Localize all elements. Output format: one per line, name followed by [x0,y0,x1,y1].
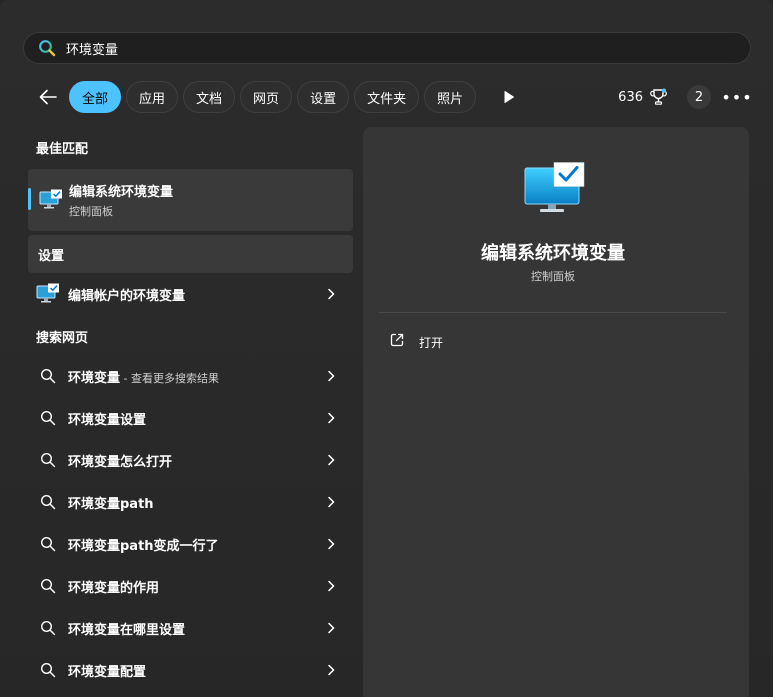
back-button[interactable] [36,85,60,109]
list-item-label: 环境变量怎么打开 [68,454,173,470]
start-search-panel: 全部 应用 文档 网页 设置 文件夹 照片 636 2 ••• 最佳匹配 [0,0,773,697]
web-result-row[interactable]: 环境变量path变成一行了 [28,524,353,564]
web-result-hint: - 查看更多搜索结果 [120,371,219,385]
web-result-row[interactable]: 环境变量在哪里设置 [28,608,353,648]
chevron-right-icon [321,664,341,676]
list-item-label: 环境变量path变成一行了 [68,538,219,554]
search-icon [28,536,68,552]
filter-settings[interactable]: 设置 [297,81,350,113]
list-item-label: 环境变量配置 [68,664,147,680]
filter-documents[interactable]: 文档 [183,81,236,113]
list-item-label: 环境变量 - 查看更多搜索结果 [68,367,321,386]
chevron-right-icon [321,454,341,466]
chevron-right-icon [321,580,341,592]
best-match-title: 编辑系统环境变量 [69,185,174,200]
search-icon [28,662,68,678]
list-item-label: 环境变量设置 [68,412,147,428]
chevron-right-icon [321,412,341,424]
list-item-label: 编辑帐户的环境变量 [68,288,186,304]
settings-heading[interactable]: 设置 [28,235,353,273]
search-icon [38,39,56,57]
search-icon [28,620,68,636]
web-result-row[interactable]: 环境变量path [28,482,353,522]
detail-subtitle: 控制面板 [531,270,575,283]
search-icon [28,452,68,468]
search-icon [28,410,68,426]
list-item-label: 环境变量在哪里设置 [68,622,186,638]
chevron-right-icon [321,622,341,634]
system-properties-icon [39,189,63,215]
more-options-icon[interactable]: ••• [721,85,751,109]
web-result-text: 环境变量 [68,370,121,386]
detail-title: 编辑系统环境变量 [481,243,625,264]
system-properties-icon [28,283,68,305]
search-bar[interactable] [23,32,751,64]
detail-divider [379,312,727,313]
chevron-right-icon [321,288,341,300]
detail-pane: 编辑系统环境变量 控制面板 打开 [363,127,749,697]
search-input[interactable] [66,40,666,56]
web-result-row[interactable]: 环境变量的作用 [28,566,353,606]
more-filters-button[interactable] [497,85,521,109]
web-result-row[interactable]: 环境变量怎么打开 [28,440,353,480]
open-external-icon [389,332,405,352]
play-icon [504,91,515,103]
list-item-label: 环境变量path [68,496,154,512]
account-badge[interactable]: 2 [687,85,711,109]
rewards-points: 636 [618,89,643,105]
chevron-right-icon [321,370,341,382]
toolbar-right: 636 2 ••• [618,85,752,109]
chevron-right-icon [321,538,341,550]
filter-apps[interactable]: 应用 [126,81,179,113]
best-match-item[interactable]: 编辑系统环境变量 控制面板 [28,169,353,231]
selection-indicator [28,188,31,210]
arrow-left-icon [39,89,57,105]
filter-photos[interactable]: 照片 [424,81,477,113]
settings-item-edit-user-env[interactable]: 编辑帐户的环境变量 [28,274,353,314]
filter-bar: 全部 应用 文档 网页 设置 文件夹 照片 [36,80,521,114]
rewards-trophy-icon[interactable] [649,87,669,107]
filter-web[interactable]: 网页 [240,81,293,113]
web-result-row[interactable]: 环境变量配置 [28,650,353,690]
search-icon [28,578,68,594]
search-icon [28,368,68,384]
web-result-row[interactable]: 环境变量设置 [28,398,353,438]
search-icon [28,494,68,510]
filter-all[interactable]: 全部 [69,81,122,113]
open-label: 打开 [419,335,444,350]
search-web-heading: 搜索网页 [36,331,89,346]
list-item-label: 环境变量的作用 [68,580,160,596]
best-match-subtitle: 控制面板 [69,205,113,218]
filter-folders[interactable]: 文件夹 [354,81,420,113]
best-match-heading: 最佳匹配 [36,142,89,157]
chevron-right-icon [321,496,341,508]
system-properties-large-icon [524,162,586,220]
web-result-row[interactable]: 环境变量 - 查看更多搜索结果 [28,356,353,396]
open-action[interactable]: 打开 [389,332,443,352]
